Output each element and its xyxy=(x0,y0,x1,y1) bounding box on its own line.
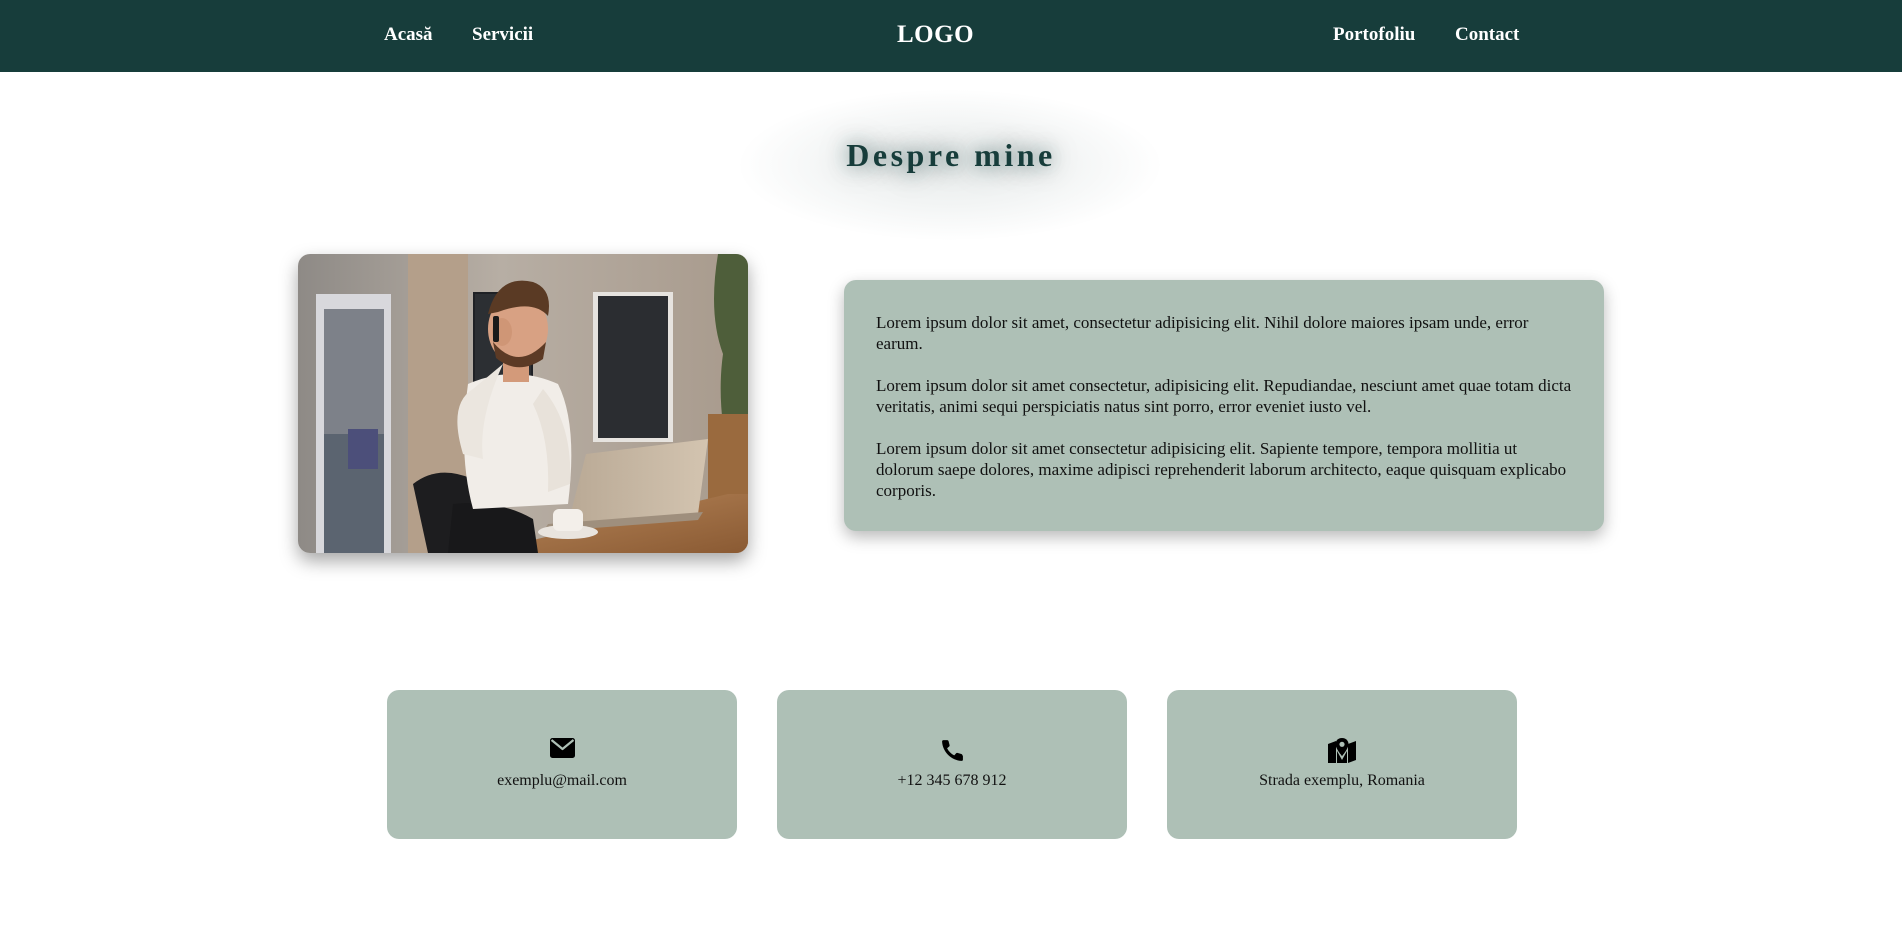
contact-address-text[interactable]: Strada exemplu, Romania xyxy=(1167,772,1517,790)
map-icon xyxy=(1167,738,1517,763)
contact-card-phone[interactable]: +12 345 678 912 xyxy=(777,690,1127,839)
nav-link-acasa[interactable]: Acasă xyxy=(384,24,433,46)
page-title: Despre mine xyxy=(846,137,1056,173)
nav-link-servicii[interactable]: Servicii xyxy=(472,24,533,46)
envelope-icon xyxy=(387,738,737,762)
navbar: Acasă Servicii LOGO Portofoliu Contact xyxy=(0,0,1902,72)
about-paragraph-3: Lorem ipsum dolor sit amet consectetur a… xyxy=(876,439,1567,500)
site-logo[interactable]: LOGO xyxy=(897,21,974,49)
nav-link-portofoliu[interactable]: Portofoliu xyxy=(1333,24,1415,46)
about-paragraph-1: Lorem ipsum dolor sit amet, consectetur … xyxy=(876,313,1529,353)
contact-email-text[interactable]: exemplu@mail.com xyxy=(387,772,737,790)
profile-photo xyxy=(298,254,748,553)
contact-phone-text[interactable]: +12 345 678 912 xyxy=(777,772,1127,790)
about-paragraph-2: Lorem ipsum dolor sit amet consectetur, … xyxy=(876,376,1572,416)
contact-card-email[interactable]: exemplu@mail.com xyxy=(387,690,737,839)
phone-icon xyxy=(777,738,1127,762)
about-card: Lorem ipsum dolor sit amet, consectetur … xyxy=(844,280,1604,531)
nav-link-contact[interactable]: Contact xyxy=(1455,24,1519,46)
contact-card-address[interactable]: Strada exemplu, Romania xyxy=(1167,690,1517,839)
